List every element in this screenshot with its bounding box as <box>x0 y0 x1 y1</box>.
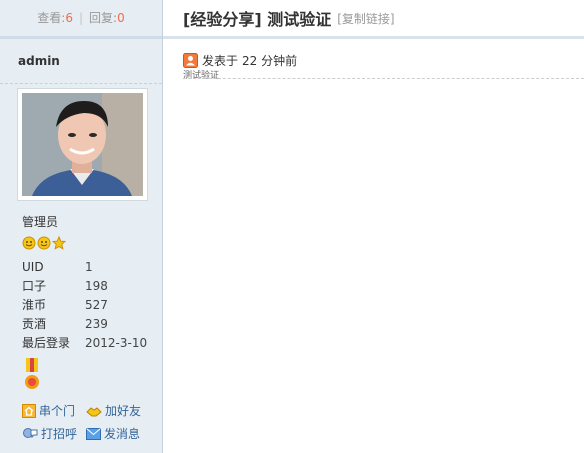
replies-label: 回复: <box>89 11 118 25</box>
info-row: 最后登录 2012-3-10 <box>22 336 148 350</box>
author-name[interactable]: admin <box>0 39 162 84</box>
views-count: 6 <box>65 11 73 25</box>
thread-title-bar: [经验分享] 测试验证 [复制链接] <box>163 0 584 39</box>
thread-stats: 查看:6 | 回复:0 <box>0 0 162 39</box>
greet-link[interactable]: 打招呼 <box>22 425 77 442</box>
post-time: 22 分钟前 <box>242 54 298 68</box>
stats-separator: | <box>78 11 84 25</box>
post-divider <box>183 78 584 79</box>
smiley-icon <box>37 236 51 250</box>
info-row: 淮币 527 <box>22 298 108 312</box>
poke-icon <box>23 427 38 438</box>
add-friend-link[interactable]: 加好友 <box>86 402 141 419</box>
rank-stars <box>22 236 66 250</box>
post-meta: 发表于 22 分钟前 <box>183 52 297 69</box>
medal-icon[interactable] <box>23 358 41 395</box>
post-main: [经验分享] 测试验证 [复制链接] 发表于 22 分钟前 测试验证 <box>163 0 584 81</box>
message-link[interactable]: 发消息 <box>86 425 140 442</box>
user-info: UID 1 口子 198 淮币 527 贡酒 239 最后登录 2012-3-10 <box>22 258 147 353</box>
star-icon <box>52 236 66 250</box>
author-sidebar: 查看:6 | 回复:0 admin 管理员 UID 1 口子 198 淮币 52… <box>0 0 163 453</box>
replies-count: 0 <box>117 11 125 25</box>
smiley-icon <box>22 236 36 250</box>
home-icon <box>22 403 36 418</box>
views-label: 查看: <box>37 11 66 25</box>
user-group: 管理员 <box>22 215 59 229</box>
posted-label: 发表于 <box>202 54 239 68</box>
post-content: 测试验证 <box>183 71 220 81</box>
visit-link[interactable]: 串个门 <box>22 402 75 419</box>
info-row: 贡酒 239 <box>22 317 108 331</box>
avatar[interactable] <box>17 88 148 201</box>
handshake-icon <box>86 406 102 416</box>
thread-category[interactable]: [经验分享] <box>183 10 262 29</box>
info-row: UID 1 <box>22 260 93 274</box>
thread-title: [经验分享] 测试验证 <box>183 6 331 30</box>
mail-icon <box>86 427 101 440</box>
online-user-icon <box>183 53 198 68</box>
avatar-photo <box>22 93 143 196</box>
copy-link-button[interactable]: [复制链接] <box>337 10 394 27</box>
thread-subject: 测试验证 <box>267 10 332 29</box>
info-row: 口子 198 <box>22 279 108 293</box>
